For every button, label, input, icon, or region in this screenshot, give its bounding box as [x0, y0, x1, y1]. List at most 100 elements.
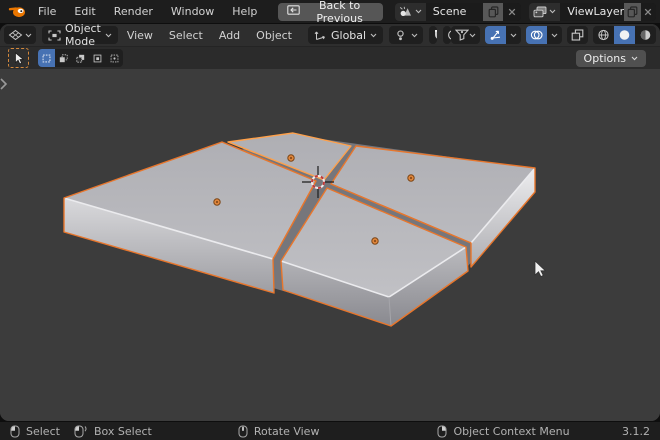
viewport-canvas[interactable]: [0, 69, 660, 421]
visibility-filter-icon: [455, 29, 469, 41]
viewlayer-remove-button[interactable]: [640, 2, 657, 21]
editor-type-button[interactable]: [4, 26, 36, 44]
mouse-middle-click-icon: [238, 425, 248, 437]
hint-select-label: Select: [26, 424, 60, 438]
hint-select: Select: [10, 425, 60, 438]
scene-duplicate-button[interactable]: [483, 2, 504, 21]
viewlayer-add-button[interactable]: [624, 2, 641, 21]
hint-rotate-view: Rotate View: [238, 425, 319, 438]
chevron-down-icon: [370, 33, 377, 37]
select-tool-cursor-icon: [15, 51, 24, 64]
hint-box-select: Box Select: [74, 425, 152, 438]
chevron-down-icon: [469, 33, 476, 37]
material-shading-button[interactable]: [635, 26, 656, 44]
tool-settings-bar: Options: [0, 47, 660, 69]
xray-group: [567, 26, 588, 44]
select-mode-group: [38, 49, 123, 67]
viewport-3d-view[interactable]: [0, 69, 660, 421]
scene-unlink-button[interactable]: [503, 2, 522, 21]
chevron-down-icon: [411, 33, 418, 37]
solid-shading-icon: [619, 30, 630, 40]
mouse-left-drag-icon: [74, 425, 87, 437]
viewport-header: Object Mode View Select Add Object Globa…: [0, 24, 660, 48]
proportional-edit-group: [443, 26, 451, 44]
select-mode-invert[interactable]: [89, 49, 106, 67]
viewlayer-selector: ViewLayer: [529, 2, 657, 21]
chevron-down-icon: [550, 9, 556, 14]
snapping-group: [429, 26, 438, 44]
header-right-cluster: [451, 26, 656, 44]
back-to-previous-button[interactable]: Back to Previous: [278, 0, 383, 25]
mouse-left-click-icon: [10, 425, 20, 437]
statusbar: Select Box Select Rotate View Object Con…: [0, 422, 660, 440]
menu-view[interactable]: View: [119, 29, 161, 42]
menu-render[interactable]: Render: [105, 0, 162, 23]
mode-label: Object Mode: [65, 24, 101, 48]
menu-add[interactable]: Add: [211, 29, 248, 42]
shading-group: [593, 26, 656, 44]
mouse-cursor: [534, 260, 547, 278]
xray-icon: [571, 29, 584, 41]
scene-selector: Scene: [394, 2, 522, 21]
select-mode-intersect[interactable]: [106, 49, 123, 67]
hint-object-context-menu-label: Object Context Menu: [453, 424, 570, 438]
scene-icon: [399, 6, 411, 16]
menu-select[interactable]: Select: [161, 29, 211, 42]
overlays-dropdown[interactable]: [547, 26, 562, 44]
snap-magnet-icon: [435, 30, 438, 39]
chevron-down-icon: [631, 56, 638, 60]
select-set-icon: [42, 54, 51, 62]
object-visibility-dropdown[interactable]: [451, 26, 480, 44]
menu-object[interactable]: Object: [248, 29, 300, 42]
chevron-down-icon: [105, 33, 112, 37]
blender-window: File Edit Render Window Help Back to Pre…: [0, 0, 660, 440]
select-mode-extend[interactable]: [55, 49, 72, 67]
xray-toggle[interactable]: [567, 26, 588, 44]
screen-back-icon: [287, 4, 301, 19]
overlays-group: [526, 26, 562, 44]
topbar: File Edit Render Window Help Back to Pre…: [0, 0, 660, 25]
select-mode-set[interactable]: [38, 49, 55, 67]
scene-name-field[interactable]: Scene: [426, 3, 484, 21]
wireframe-shading-icon: [598, 29, 609, 41]
object-origin: [407, 174, 415, 182]
chevron-down-icon: [551, 33, 558, 37]
chevron-down-icon: [415, 9, 422, 14]
object-origin: [213, 198, 221, 206]
menu-file[interactable]: File: [29, 0, 65, 23]
show-overlays-toggle[interactable]: [526, 26, 547, 44]
select-extend-icon: [59, 53, 68, 62]
select-intersect-icon: [110, 54, 119, 62]
wireframe-shading-button[interactable]: [593, 26, 614, 44]
scene-browse-button[interactable]: [394, 2, 426, 21]
proportional-editing-toggle[interactable]: [443, 26, 451, 44]
object-origin: [371, 237, 379, 245]
blender-logo-icon[interactable]: [8, 4, 27, 20]
menu-window[interactable]: Window: [162, 0, 223, 23]
transform-orientation-icon: [314, 31, 325, 40]
mouse-right-click-icon: [437, 425, 447, 437]
hint-object-context-menu: Object Context Menu: [437, 424, 570, 438]
toolbar-expand-arrow[interactable]: [0, 78, 8, 90]
editor-type-3d-viewport-icon: [8, 29, 23, 40]
overlays-icon: [530, 30, 543, 40]
viewlayer-browse-button[interactable]: [529, 2, 561, 21]
snap-toggle-button[interactable]: [429, 26, 438, 44]
material-preview-shading-icon: [640, 30, 651, 40]
select-mode-subtract[interactable]: [72, 49, 89, 67]
menu-help[interactable]: Help: [223, 0, 266, 23]
visibility-group: [451, 26, 480, 44]
options-button[interactable]: Options: [575, 49, 646, 67]
viewlayer-icon: [533, 6, 547, 17]
chevron-down-icon: [25, 33, 32, 37]
solid-shading-button[interactable]: [614, 26, 635, 44]
pivot-point-icon: [397, 29, 404, 40]
menu-edit[interactable]: Edit: [65, 0, 104, 23]
active-tool-select-box[interactable]: [8, 48, 29, 68]
transform-orientation-dropdown[interactable]: Global: [307, 26, 384, 44]
pivot-point-dropdown[interactable]: [389, 26, 424, 44]
viewlayer-name-field[interactable]: ViewLayer: [560, 3, 624, 21]
gizmo-dropdown[interactable]: [506, 26, 521, 44]
mode-dropdown[interactable]: Object Mode: [42, 24, 118, 48]
show-gizmo-toggle[interactable]: [485, 26, 506, 44]
